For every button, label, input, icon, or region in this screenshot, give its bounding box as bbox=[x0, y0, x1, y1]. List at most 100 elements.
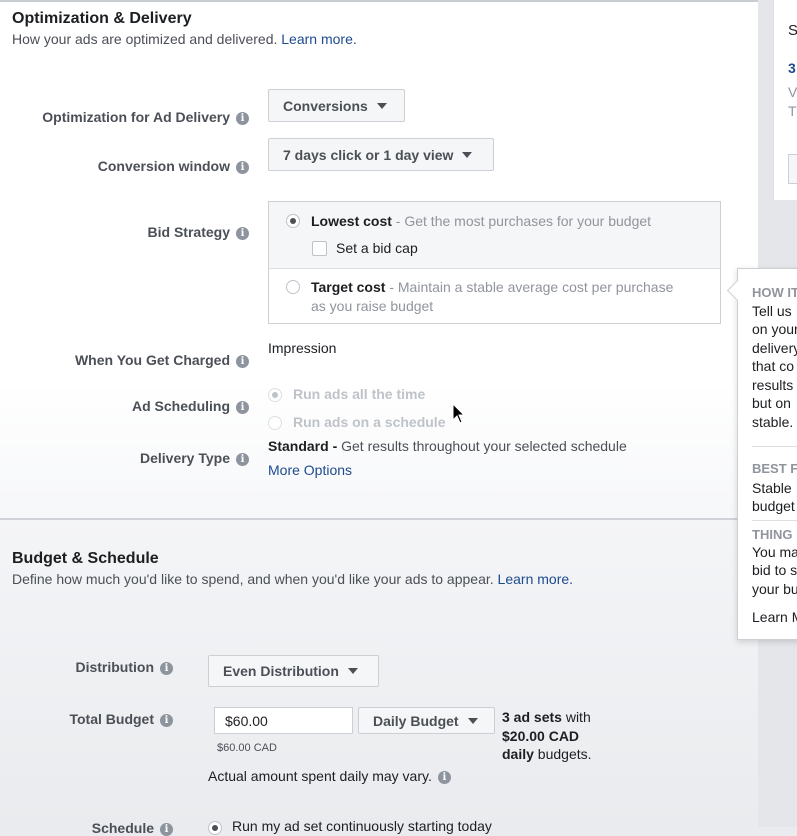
audience-summary-card: S 3 V T bbox=[773, 0, 797, 200]
bid-strategy-options: Lowest cost - Get the most purchases for… bbox=[268, 201, 721, 324]
charged-value: Impression bbox=[268, 340, 337, 356]
charged-label: When You Get Charged i bbox=[75, 352, 249, 368]
schedule-label-text: Schedule bbox=[91, 820, 154, 836]
bid-cap-label: Set a bid cap bbox=[336, 240, 418, 256]
bid-strategy-label-text: Bid Strategy bbox=[147, 224, 230, 240]
total-budget-cad: $60.00 CAD bbox=[217, 742, 277, 754]
total-budget-label-text: Total Budget bbox=[69, 711, 154, 727]
bid-strategy-tooltip: HOW IT Tell us on your delivery that co … bbox=[737, 268, 797, 640]
run-on-schedule-radio[interactable] bbox=[268, 416, 282, 430]
target-cost-title: Target cost bbox=[311, 279, 386, 295]
tooltip-text-line: results bbox=[752, 377, 794, 393]
scheduling-label-text: Ad Scheduling bbox=[132, 398, 230, 414]
info-icon[interactable]: i bbox=[236, 354, 249, 368]
tooltip-text-line: You ma bbox=[752, 544, 797, 560]
ad-sets-with: with bbox=[561, 709, 591, 725]
target-cost-radio[interactable] bbox=[286, 280, 300, 294]
optimization-learn-more-link[interactable]: Learn more. bbox=[281, 31, 356, 47]
distribution-dropdown[interactable]: Even Distribution bbox=[208, 655, 379, 687]
caret-down-icon bbox=[467, 717, 478, 724]
summary-number: 3 bbox=[788, 60, 796, 76]
optimization-label-text: Optimization for Ad Delivery bbox=[42, 109, 230, 125]
tooltip-text-line: but on bbox=[752, 395, 791, 411]
ad-sets-line-3: daily budgets. bbox=[502, 745, 592, 764]
info-icon[interactable]: i bbox=[236, 160, 249, 174]
budget-title: Budget & Schedule bbox=[12, 550, 159, 567]
scheduling-label: Ad Scheduling i bbox=[132, 398, 249, 414]
optimization-dropdown[interactable]: Conversions bbox=[268, 89, 405, 122]
tooltip-heading-how: HOW IT bbox=[752, 285, 797, 300]
tooltip-text-line: Stable bbox=[752, 480, 792, 496]
total-budget-label: Total Budget i bbox=[69, 711, 173, 727]
caret-down-icon bbox=[376, 102, 387, 109]
lowest-cost-desc: - Get the most purchases for your budget bbox=[391, 213, 652, 229]
summary-button[interactable] bbox=[788, 154, 797, 184]
info-icon[interactable]: i bbox=[236, 400, 249, 414]
info-icon[interactable]: i bbox=[236, 226, 249, 240]
ad-sets-line-1: 3 ad sets with bbox=[502, 708, 592, 727]
distribution-value: Even Distribution bbox=[223, 663, 339, 679]
delivery-type-label-text: Delivery Type bbox=[139, 450, 230, 466]
tooltip-text-line: budget bbox=[752, 498, 795, 514]
info-icon[interactable]: i bbox=[437, 770, 451, 784]
conversion-window-label-text: Conversion window bbox=[97, 158, 230, 174]
bid-cap-checkbox[interactable] bbox=[312, 241, 327, 256]
tooltip-learn-more-link[interactable]: Learn M bbox=[752, 608, 797, 627]
conversion-window-label: Conversion window i bbox=[98, 158, 249, 174]
budget-subtitle-text: Define how much you'd like to spend, and… bbox=[12, 571, 494, 587]
distribution-label-text: Distribution bbox=[75, 659, 154, 675]
tooltip-text-line: on your bbox=[752, 321, 797, 337]
run-all-time-radio[interactable] bbox=[268, 388, 282, 402]
optimization-title: Optimization & Delivery bbox=[12, 10, 192, 27]
info-icon[interactable]: i bbox=[160, 661, 173, 675]
delivery-type-bold: Standard - bbox=[268, 438, 338, 454]
budget-type-dropdown[interactable]: Daily Budget bbox=[358, 707, 495, 734]
budget-subtitle: Define how much you'd like to spend, and… bbox=[12, 571, 573, 587]
tooltip-divider bbox=[752, 446, 797, 447]
ad-sets-amount: $20.00 CAD bbox=[502, 727, 580, 744]
run-on-schedule-label: Run ads on a schedule bbox=[293, 414, 446, 430]
lowest-cost-label: Lowest cost - Get the most purchases for… bbox=[311, 213, 651, 229]
caret-down-icon bbox=[347, 668, 358, 674]
more-options-link[interactable]: More Options bbox=[268, 462, 352, 478]
bid-strategy-label: Bid Strategy i bbox=[148, 224, 249, 240]
actual-spend-note-text: Actual amount spent daily may vary. bbox=[208, 768, 432, 784]
tooltip-heading-best: BEST F bbox=[752, 461, 797, 476]
optimization-label: Optimization for Ad Delivery i bbox=[42, 109, 249, 125]
ad-sets-count: 3 ad sets bbox=[502, 709, 562, 725]
actual-spend-note: Actual amount spent daily may vary. i bbox=[208, 768, 451, 784]
budget-learn-more-link[interactable]: Learn more. bbox=[498, 571, 573, 587]
charged-label-text: When You Get Charged bbox=[74, 352, 230, 368]
lowest-cost-radio[interactable] bbox=[286, 214, 300, 228]
target-cost-label: Target cost - Maintain a stable average … bbox=[311, 279, 673, 295]
tooltip-text-line: bid to s bbox=[752, 562, 797, 578]
summary-line-1: V bbox=[788, 84, 797, 100]
info-icon[interactable]: i bbox=[160, 713, 173, 727]
ad-sets-daily: daily bbox=[502, 746, 534, 762]
mouse-cursor-icon bbox=[452, 403, 466, 424]
target-cost-desc: - Maintain a stable average cost per pur… bbox=[385, 279, 674, 295]
summary-line-2: T bbox=[788, 103, 797, 119]
conversion-window-dropdown[interactable]: 7 days click or 1 day view bbox=[268, 138, 494, 171]
delivery-type-desc: Get results throughout your selected sch… bbox=[337, 438, 627, 454]
schedule-continuous-label: Run my ad set continuously starting toda… bbox=[232, 818, 492, 834]
ad-sets-budgets: budgets. bbox=[533, 746, 592, 762]
target-cost-desc-2: as you raise budget bbox=[311, 298, 434, 314]
tooltip-divider bbox=[752, 520, 797, 521]
tooltip-text-line: delivery bbox=[752, 340, 797, 356]
schedule-continuous-radio[interactable] bbox=[208, 821, 222, 835]
info-icon[interactable]: i bbox=[236, 452, 249, 466]
info-icon[interactable]: i bbox=[236, 111, 249, 125]
tooltip-heading-things: THING bbox=[752, 527, 793, 542]
info-icon[interactable]: i bbox=[160, 822, 173, 836]
optimization-subtitle: How your ads are optimized and delivered… bbox=[12, 31, 357, 47]
tooltip-text-line: that co bbox=[752, 358, 795, 374]
run-all-time-label: Run ads all the time bbox=[293, 386, 426, 402]
total-budget-input[interactable]: $60.00 bbox=[214, 707, 353, 734]
lowest-cost-title: Lowest cost bbox=[311, 213, 392, 229]
optimization-dropdown-value: Conversions bbox=[283, 97, 368, 114]
summary-title: S bbox=[788, 22, 797, 39]
tooltip-text-line: your bu bbox=[752, 581, 797, 597]
optimization-subtitle-text: How your ads are optimized and delivered… bbox=[12, 31, 278, 47]
distribution-label: Distribution i bbox=[75, 659, 173, 675]
